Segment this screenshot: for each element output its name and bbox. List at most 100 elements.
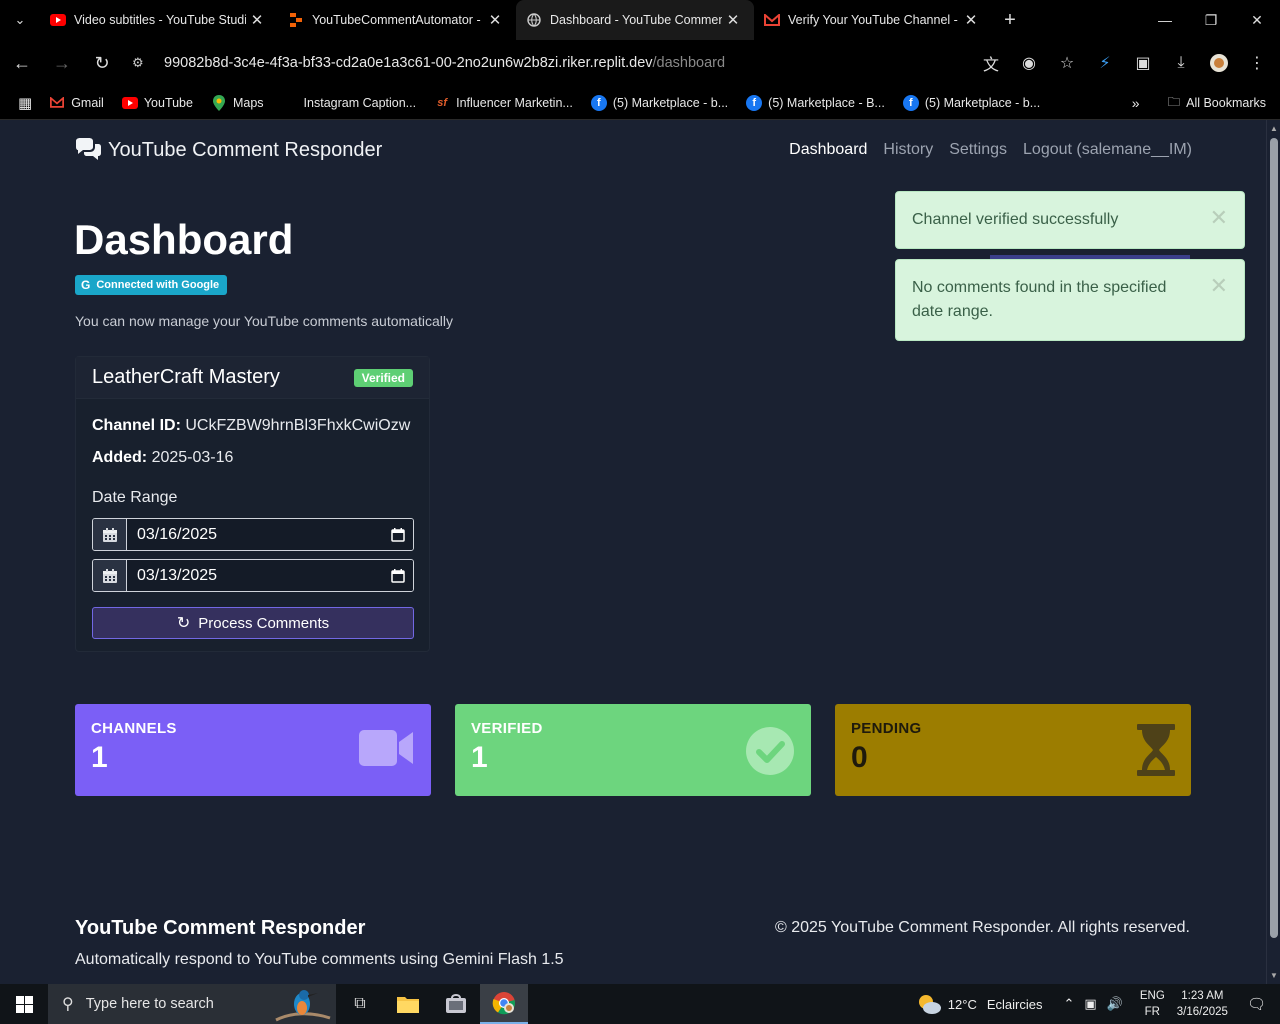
bookmark-gmail[interactable]: Gmail: [40, 95, 113, 111]
avatar[interactable]: [1204, 48, 1234, 78]
chrome-app-button[interactable]: [480, 984, 528, 1024]
web-page: YouTube Comment Responder Dashboard Hist…: [0, 120, 1266, 984]
chevron-down-icon: ⌄: [14, 12, 26, 27]
browser-tab-youtube-studio[interactable]: Video subtitles - YouTube Studio ✕: [40, 0, 278, 40]
start-date-input[interactable]: 03/16/2025: [127, 519, 383, 550]
nav-dashboard[interactable]: Dashboard: [789, 141, 867, 159]
browser-tab-bar: ⌄ Video subtitles - YouTube Studio ✕ You…: [0, 0, 1280, 40]
close-tab-icon[interactable]: ✕: [722, 11, 744, 29]
bookmark-youtube[interactable]: YouTube: [113, 95, 202, 111]
task-view-button[interactable]: ⧉: [336, 984, 384, 1024]
start-button[interactable]: [0, 984, 48, 1024]
lightning-extension-icon[interactable]: ⚡: [1090, 48, 1120, 78]
chevron-up-icon[interactable]: ⌃: [1063, 996, 1074, 1012]
scroll-up-icon[interactable]: ▲: [1267, 124, 1280, 133]
bookmark-instagram-caption[interactable]: Instagram Caption...: [273, 95, 426, 111]
bookmark-marketplace-3[interactable]: f (5) Marketplace - b...: [894, 94, 1049, 111]
bookmark-influencer[interactable]: sf Influencer Marketin...: [425, 95, 582, 111]
search-icon: ⚲: [62, 996, 74, 1013]
close-icon[interactable]: ✕: [1210, 275, 1228, 297]
close-tab-icon[interactable]: ✕: [960, 11, 982, 29]
language-indicator[interactable]: ENG FR: [1140, 988, 1165, 1020]
extensions-icon[interactable]: ▣: [1128, 48, 1158, 78]
notifications-icon[interactable]: 🗨: [1247, 995, 1266, 1013]
more-bookmarks-icon[interactable]: »: [1132, 95, 1140, 111]
end-date-group: 03/13/2025: [92, 559, 414, 592]
page-title: Dashboard: [74, 216, 294, 263]
facebook-icon: f: [746, 94, 763, 111]
toast-message: No comments found in the specified date …: [912, 279, 1167, 320]
process-comments-button[interactable]: ↻ Process Comments: [92, 607, 414, 639]
browser-tab-replit[interactable]: YouTubeCommentAutomator - Replit ✕: [278, 0, 516, 40]
new-tab-button[interactable]: +: [992, 9, 1028, 32]
browser-toolbar: ← → ↻ ⚙ 99082b8d-3c4e-4f3a-bf33-cd2a0e1a…: [0, 40, 1280, 86]
verified-stat-card: VERIFIED 1: [455, 704, 811, 796]
bookmark-label: (5) Marketplace - b...: [924, 95, 1041, 110]
tab-title: Verify Your YouTube Channel - Gmail: [788, 13, 960, 27]
clock-date: 3/16/2025: [1176, 1006, 1228, 1018]
back-button[interactable]: ←: [4, 45, 40, 81]
store-app-button[interactable]: [432, 984, 480, 1024]
brand-link[interactable]: YouTube Comment Responder: [74, 138, 382, 162]
menu-icon[interactable]: ⋮: [1242, 48, 1272, 78]
brand-name: YouTube Comment Responder: [108, 138, 383, 161]
weather-widget[interactable]: 12°C Eclaircies: [916, 993, 1043, 1015]
scrollbar-thumb[interactable]: [1270, 138, 1278, 938]
close-tab-icon[interactable]: ✕: [484, 11, 506, 29]
taskbar-search[interactable]: ⚲ Type here to search: [48, 984, 336, 1024]
weather-desc: Eclaircies: [986, 996, 1043, 1012]
channel-id-label: Channel ID:: [92, 417, 181, 434]
close-tab-icon[interactable]: ✕: [246, 11, 268, 29]
minimize-button[interactable]: —: [1142, 0, 1188, 40]
date-picker-icon[interactable]: [383, 560, 413, 591]
browser-tab-gmail[interactable]: Verify Your YouTube Channel - Gmail ✕: [754, 0, 992, 40]
page-scrollbar[interactable]: ▲ ▼: [1266, 120, 1280, 984]
file-explorer-button[interactable]: [384, 984, 432, 1024]
bookmark-maps[interactable]: Maps: [202, 94, 273, 111]
network-icon[interactable]: ▣: [1084, 996, 1096, 1012]
bookmark-marketplace-2[interactable]: f (5) Marketplace - B...: [737, 94, 894, 111]
translate-icon[interactable]: 文: [976, 48, 1006, 78]
toast-message: Channel verified successfully: [912, 211, 1119, 228]
google-badge-label: Connected with Google: [96, 279, 220, 291]
site-info-icon[interactable]: ⚙: [132, 55, 154, 71]
scroll-down-icon[interactable]: ▼: [1267, 971, 1280, 980]
star-icon[interactable]: ☆: [1052, 48, 1082, 78]
nav-history[interactable]: History: [883, 141, 933, 159]
end-date-input[interactable]: 03/13/2025: [127, 560, 383, 591]
eye-icon[interactable]: ◉: [1014, 48, 1044, 78]
status-badge: Verified: [353, 368, 413, 387]
facebook-icon: f: [590, 94, 607, 111]
windows-logo-icon: [15, 995, 33, 1013]
all-bookmarks-link[interactable]: All Bookmarks: [1186, 96, 1266, 110]
stat-label: PENDING: [851, 720, 922, 737]
restore-button[interactable]: ❐: [1188, 0, 1234, 40]
windows-taskbar: ⚲ Type here to search ⧉ 12°C Eclaircies …: [0, 984, 1280, 1024]
clock-time: 1:23 AM: [1181, 990, 1224, 1002]
google-icon: G: [81, 278, 91, 292]
nav-settings[interactable]: Settings: [949, 141, 1007, 159]
close-icon[interactable]: ✕: [1210, 207, 1228, 229]
check-circle-icon: [746, 727, 794, 775]
bookmark-label: Maps: [232, 95, 264, 110]
kingfisher-icon: [275, 990, 331, 1022]
bookmark-label: Influencer Marketin...: [456, 95, 573, 110]
nav-logout[interactable]: Logout (salemane__IM): [1023, 141, 1192, 159]
channel-id-value: UCkFZBW9hrnBl3FhxkCwiOzw: [185, 417, 411, 434]
arrow-left-icon: ←: [13, 52, 31, 73]
browser-tab-dashboard[interactable]: Dashboard - YouTube Comment Responder ✕: [516, 0, 754, 40]
download-icon[interactable]: ⤓: [1166, 48, 1196, 78]
bookmark-marketplace-1[interactable]: f (5) Marketplace - b...: [582, 94, 737, 111]
tab-search-button[interactable]: ⌄: [0, 0, 40, 40]
reload-button[interactable]: ↻: [84, 45, 120, 81]
close-window-button[interactable]: ✕: [1234, 0, 1280, 40]
volume-icon[interactable]: 🔊: [1107, 996, 1123, 1012]
bookmarks-bar: ▦ Gmail YouTube Maps Instagram Caption..…: [0, 86, 1280, 120]
date-range-label: Date Range: [92, 489, 178, 506]
date-picker-icon[interactable]: [383, 519, 413, 550]
forward-button[interactable]: →: [44, 45, 80, 81]
gmail-icon: [764, 12, 780, 28]
apps-button[interactable]: ▦: [0, 94, 40, 112]
taskbar-clock[interactable]: 1:23 AM 3/16/2025: [1177, 988, 1228, 1020]
address-bar[interactable]: ⚙ 99082b8d-3c4e-4f3a-bf33-cd2a0e1a3c61-0…: [132, 55, 976, 71]
